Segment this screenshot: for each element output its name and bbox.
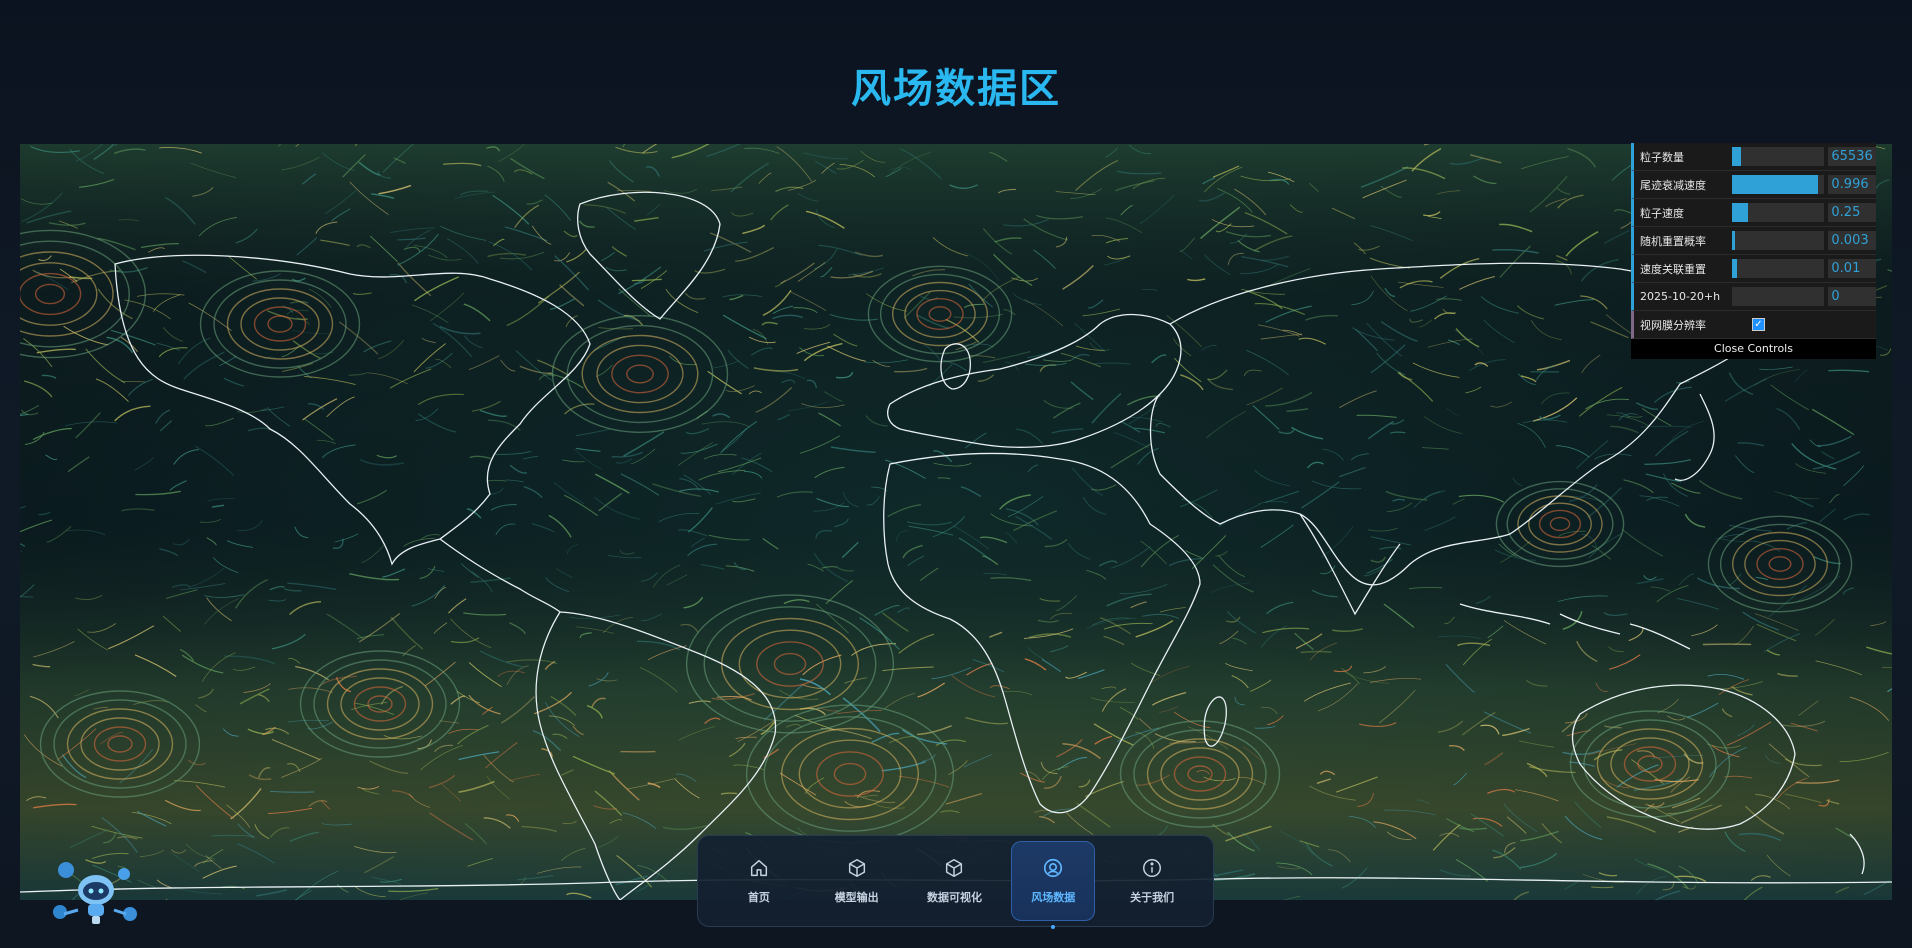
drop-rate-input[interactable]: 0.003 <box>1828 231 1876 250</box>
home-icon <box>750 859 767 877</box>
control-label: 尾迹衰减速度 <box>1640 178 1706 192</box>
bottom-nav: 首页 模型输出 数据可视化 风场数据 关于我们 <box>697 835 1214 929</box>
control-label: 粒子数量 <box>1640 150 1684 164</box>
page: 风场数据区 粒子数量 65536 尾迹衰减速度 0.996 粒子速度 0.25 … <box>0 0 1912 948</box>
active-indicator <box>1051 925 1056 929</box>
drop-rate-bump-slider[interactable] <box>1732 259 1825 278</box>
fade-opacity-slider[interactable] <box>1732 175 1825 194</box>
date-hour-input[interactable]: 0 <box>1828 287 1876 306</box>
drop-rate-slider[interactable] <box>1732 231 1825 250</box>
nav-label: 风场数据 <box>1031 891 1076 904</box>
nav-label: 模型输出 <box>834 891 879 904</box>
target-icon <box>1044 858 1063 878</box>
nav-item-home[interactable]: 首页 <box>718 842 800 920</box>
control-particle-count: 粒子数量 65536 <box>1631 143 1876 171</box>
speed-factor-input[interactable]: 0.25 <box>1828 203 1876 222</box>
controls-panel: 粒子数量 65536 尾迹衰减速度 0.996 粒子速度 0.25 随机重置概率… <box>1631 143 1876 359</box>
date-hour-slider[interactable] <box>1732 287 1825 306</box>
cube-icon <box>848 859 865 877</box>
control-date-hour: 2025-10-20+h 0 <box>1631 283 1876 311</box>
speed-factor-slider[interactable] <box>1732 203 1825 222</box>
fade-opacity-input[interactable]: 0.996 <box>1828 175 1876 194</box>
control-drop-rate: 随机重置概率 0.003 <box>1631 227 1876 255</box>
nav-item-data-visualization[interactable]: 数据可视化 <box>913 842 995 920</box>
nav-label: 关于我们 <box>1130 891 1175 904</box>
nav-item-about-us[interactable]: 关于我们 <box>1111 842 1193 920</box>
control-fade-opacity: 尾迹衰减速度 0.996 <box>1631 171 1876 199</box>
close-controls-button[interactable]: Close Controls <box>1631 339 1876 359</box>
page-title: 风场数据区 <box>851 66 1061 112</box>
nav-item-model-output[interactable]: 模型输出 <box>816 842 898 920</box>
control-retina: 视网膜分辨率 ✓ <box>1631 311 1876 339</box>
drop-rate-bump-input[interactable]: 0.01 <box>1828 259 1876 278</box>
control-label: 2025-10-20+h <box>1640 290 1721 303</box>
wind-field-map[interactable] <box>20 144 1892 900</box>
control-label: 速度关联重置 <box>1640 262 1706 276</box>
robot-assistant-icon[interactable] <box>52 860 138 926</box>
cube-icon <box>946 859 963 877</box>
control-drop-rate-bump: 速度关联重置 0.01 <box>1631 255 1876 283</box>
control-label: 视网膜分辨率 <box>1640 318 1706 332</box>
nav-label: 首页 <box>747 891 770 904</box>
control-speed-factor: 粒子速度 0.25 <box>1631 199 1876 227</box>
control-label: 随机重置概率 <box>1640 234 1706 248</box>
particle-count-slider[interactable] <box>1732 147 1825 166</box>
control-label: 粒子速度 <box>1640 206 1684 220</box>
nav-label: 数据可视化 <box>926 891 982 904</box>
info-icon <box>1143 859 1162 877</box>
particle-count-input[interactable]: 65536 <box>1828 147 1876 166</box>
nav-item-wind-data[interactable]: 风场数据 <box>1011 841 1096 929</box>
retina-checkbox[interactable]: ✓ <box>1752 318 1765 331</box>
